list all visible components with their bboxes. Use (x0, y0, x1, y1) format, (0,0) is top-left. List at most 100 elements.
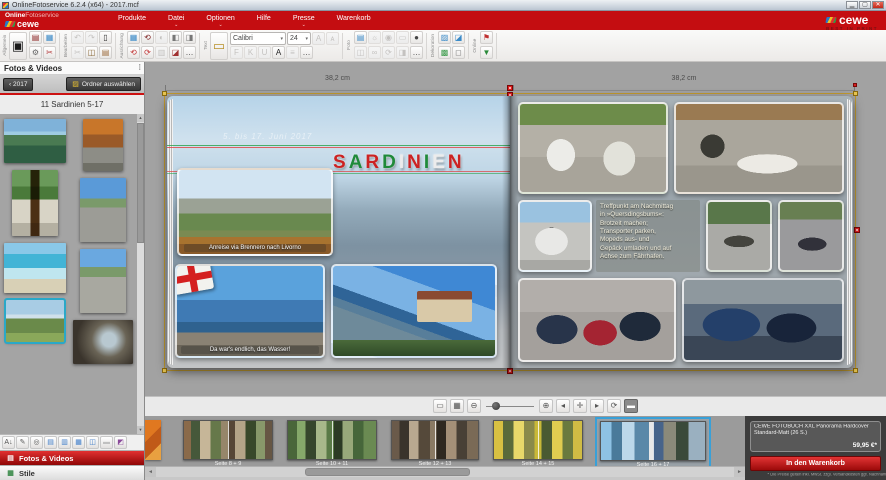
photo-thumbnail-street-scene[interactable] (83, 119, 123, 171)
spread-thumbnail[interactable] (600, 421, 706, 461)
font-family-select[interactable]: Calibri▾ (230, 32, 286, 45)
send-back-icon[interactable]: ◨ (183, 31, 196, 44)
rotate-photo-icon[interactable]: ⟳ (382, 46, 395, 59)
open-gallery-icon[interactable]: ▦ (43, 31, 56, 44)
flip-icon[interactable]: ◐ (155, 31, 168, 44)
photo-house-sea[interactable] (331, 264, 497, 358)
more-photo-icon[interactable]: … (410, 46, 423, 59)
prev-spread-icon[interactable]: ◂ (556, 399, 570, 413)
link-icon[interactable]: ∞ (368, 46, 381, 59)
menu-item-presse[interactable]: Presse⌄ (293, 15, 315, 26)
photo-lunch-couple[interactable] (518, 102, 668, 194)
text-align-icon[interactable]: ≡ (286, 46, 299, 59)
sidebar-item-fotos-videos[interactable]: ▤Fotos & Videos (0, 450, 144, 465)
delete-icon[interactable]: ▯ (99, 31, 112, 44)
zoom-slider-knob[interactable] (492, 402, 500, 410)
copy-icon[interactable]: ◫ (85, 46, 98, 59)
selection-handle[interactable] (162, 91, 167, 96)
photo-motorbikes-road[interactable] (778, 200, 844, 272)
enhance-icon[interactable]: ☼ (368, 31, 381, 44)
photo-parking-lot[interactable] (706, 200, 772, 272)
italic-icon[interactable]: K (244, 46, 257, 59)
date-text[interactable]: 5. bis 17. Juni 2017 (223, 132, 312, 141)
paste-icon[interactable]: ▤ (99, 46, 112, 59)
photo-thumbnail-mountain-road[interactable] (80, 178, 126, 242)
photo-thumbnail-beach[interactable] (4, 243, 66, 293)
cut-icon[interactable]: ✂ (71, 46, 84, 59)
menu-item-datei[interactable]: Datei⌄ (168, 15, 184, 26)
settings-gear-icon[interactable]: ⚙ (29, 46, 42, 59)
photobook-spread[interactable]: 5. bis 17. Juni 2017 SARDINIEN Anreise v… (167, 96, 853, 368)
photo-thumbnail-terrace-group[interactable] (73, 320, 133, 364)
clipart-insert-icon[interactable]: ◪ (452, 31, 465, 44)
repair-tools-icon[interactable]: ✂ (43, 46, 56, 59)
photo-mountain-road[interactable]: Anreise via Brennero nach Livorno (177, 168, 333, 256)
folder-back-button[interactable]: ‹ 2017 (3, 78, 33, 91)
filmstrip-page-seite-8-9[interactable]: Seite 8 + 9 (181, 417, 275, 466)
photo-thumbnail-motorbike-road[interactable] (80, 249, 126, 313)
spread-thumbnail[interactable] (493, 420, 583, 460)
mask-icon[interactable]: ▨ (438, 31, 451, 44)
underline-icon[interactable]: U (258, 46, 271, 59)
filmstrip-page-seite-12-13[interactable]: Seite 12 + 13 (389, 417, 481, 466)
menu-item-optionen[interactable]: Optionen⌄ (206, 15, 234, 26)
spine-handle-top[interactable] (507, 85, 513, 91)
spread-view-icon[interactable]: ▭ (433, 399, 447, 413)
menu-item-hilfe[interactable]: Hilfe (257, 15, 271, 26)
fit-view-icon[interactable]: ✛ (573, 399, 587, 413)
save-icon[interactable]: ▣ (9, 32, 27, 60)
panel-grip-icon[interactable]: ⁞ (138, 63, 141, 72)
add-to-cart-button[interactable]: In den Warenkorb (750, 456, 881, 471)
photo-luggage-pile[interactable] (518, 278, 676, 362)
bring-front-icon[interactable]: ◧ (169, 31, 182, 44)
font-larger-icon[interactable]: A (312, 32, 325, 45)
filmstrip-page-seite-10-11[interactable]: Seite 10 + 11 (285, 417, 379, 466)
filmstrip-toggle-icon[interactable]: ▬ (624, 399, 638, 413)
left-page[interactable]: 5. bis 17. Juni 2017 SARDINIEN Anreise v… (167, 96, 510, 368)
minimize-button[interactable]: ▁ (846, 1, 858, 9)
photo-thumbnail-beer-bottle[interactable] (12, 170, 58, 236)
view-medium-icon[interactable]: ▥ (58, 436, 71, 449)
right-page[interactable]: Treffpunkt am Nachmittag in »Quersdingsb… (510, 96, 853, 368)
group-icon[interactable]: ◪ (169, 46, 182, 59)
save-as-icon[interactable]: ▤ (29, 31, 42, 44)
page-title-sardinien[interactable]: SARDINIEN (333, 152, 465, 174)
effects-icon[interactable]: ● (410, 31, 423, 44)
palette-icon[interactable]: ◩ (114, 436, 127, 449)
selection-handle[interactable] (853, 368, 858, 373)
selection-handle[interactable] (162, 368, 167, 373)
distribute-icon[interactable]: ▥ (155, 46, 168, 59)
filmstrip-page-seite-14-15[interactable]: Seite 14 + 15 (491, 417, 585, 466)
photo-lunch-table[interactable] (674, 102, 844, 194)
sardinia-flag-clipart[interactable] (175, 264, 214, 295)
font-color-icon[interactable]: A (272, 46, 285, 59)
search-icon[interactable]: ◎ (30, 436, 43, 449)
spread-thumbnail[interactable] (183, 420, 273, 460)
editor-canvas[interactable]: 38,2 cm 38,2 cm 5. bis 17. Juni 2017 SAR… (145, 62, 886, 396)
photo-sea-cliff[interactable]: Da war's endlich, das Wasser! (175, 264, 325, 358)
font-smaller-icon[interactable]: ᴀ (326, 32, 339, 45)
view-list-icon[interactable]: ▬ (100, 436, 113, 449)
upload-icon[interactable]: ▼ (480, 46, 493, 59)
photo-caption[interactable]: Da war's endlich, das Wasser! (181, 346, 318, 354)
menu-item-produkte[interactable]: Produkte (118, 15, 146, 26)
rotate-cw-icon[interactable]: ⟳ (141, 46, 154, 59)
story-text-block[interactable]: Treffpunkt am Nachmittag in »Quersdingsb… (596, 200, 700, 272)
filmstrip-partial-thumb[interactable] (145, 420, 161, 460)
choose-folder-button[interactable]: ▨ Ordner auswählen (66, 77, 141, 91)
undo-icon[interactable]: ↶ (71, 31, 84, 44)
photos-scrollbar[interactable]: ▲ ▼ (137, 114, 144, 434)
photo-transporter-van[interactable] (518, 200, 592, 272)
order-flag-icon[interactable]: ⚑ (480, 31, 493, 44)
font-size-select[interactable]: 24▾ (287, 32, 311, 45)
view-small-icon[interactable]: ▤ (44, 436, 57, 449)
scrollbar-thumb[interactable] (137, 123, 144, 243)
more-arrange-icon[interactable]: … (183, 46, 196, 59)
background-icon[interactable]: ▩ (438, 46, 451, 59)
page-turn-icon[interactable]: ⟳ (607, 399, 621, 413)
menu-item-warenkorb[interactable]: Warenkorb (337, 15, 371, 26)
view-large-icon[interactable]: ▦ (72, 436, 85, 449)
sort-icon[interactable]: A↓ (2, 436, 15, 449)
crop-icon[interactable]: ▭ (396, 31, 409, 44)
align-icon[interactable]: ▦ (127, 31, 140, 44)
